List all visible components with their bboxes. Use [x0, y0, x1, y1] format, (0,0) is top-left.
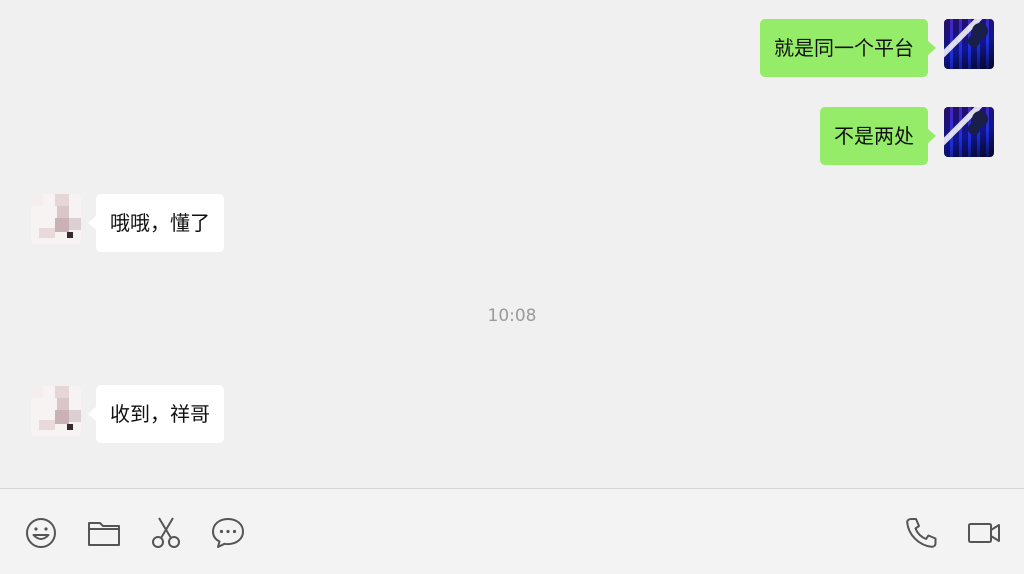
self-avatar[interactable] — [944, 19, 994, 69]
message-timestamp: 10:08 — [487, 306, 537, 326]
phone-icon[interactable] — [904, 516, 940, 550]
self-avatar[interactable] — [944, 107, 994, 157]
chat-area: 就是同一个平台 不是两处 哦哦，懂了 10:08 收到，祥哥 — [0, 0, 1024, 488]
message-bubble-other[interactable]: 收到，祥哥 — [88, 385, 224, 443]
contact-avatar[interactable] — [31, 386, 81, 436]
folder-icon[interactable] — [86, 516, 122, 550]
scissors-icon[interactable] — [148, 516, 184, 550]
emoji-icon[interactable] — [23, 516, 59, 550]
message-bubble-self[interactable]: 不是两处 — [820, 107, 936, 165]
message-bubble-other[interactable]: 哦哦，懂了 — [88, 194, 224, 252]
contact-avatar[interactable] — [31, 194, 81, 244]
message-bubble-self[interactable]: 就是同一个平台 — [760, 19, 936, 77]
video-camera-icon[interactable] — [966, 516, 1002, 550]
chat-bubble-icon[interactable] — [210, 516, 246, 550]
input-toolbar — [0, 488, 1024, 574]
